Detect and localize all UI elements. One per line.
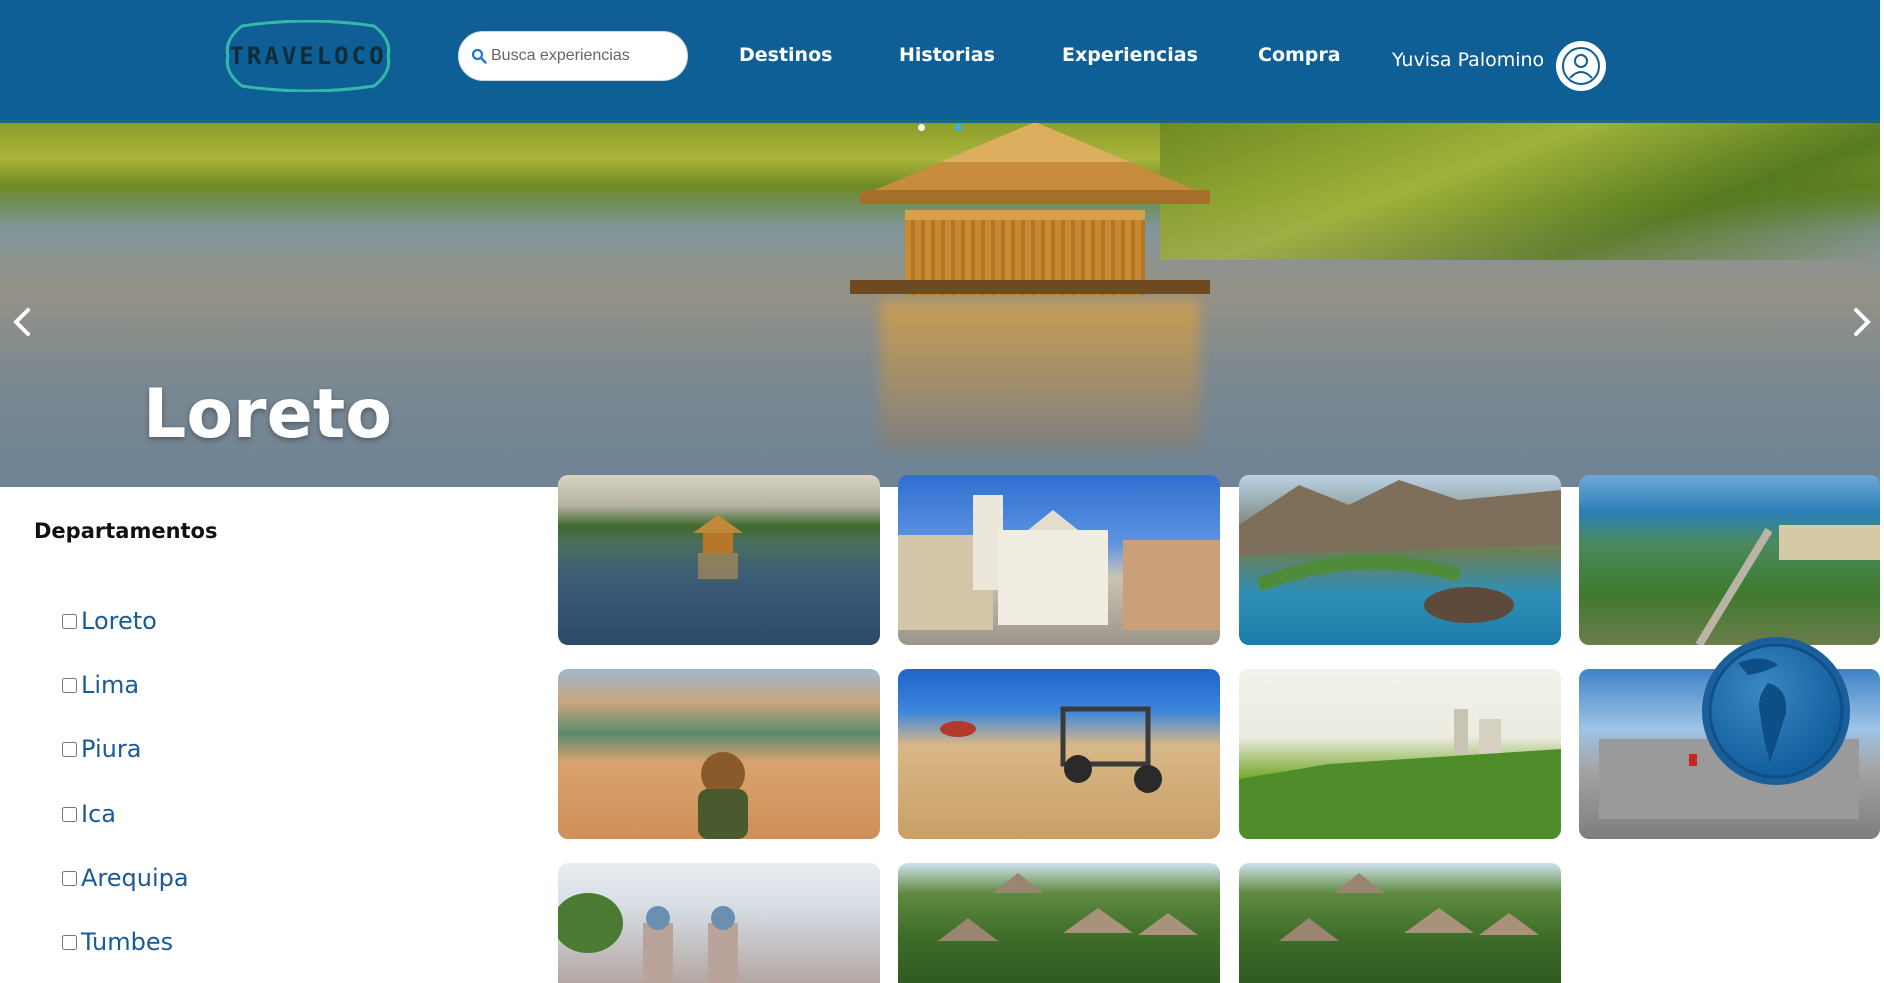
- top-navigation-bar: TRAVELOCO Destinos Historias Experiencia…: [0, 0, 1880, 123]
- filter-label: Arequipa: [81, 864, 189, 892]
- search-input[interactable]: [491, 47, 661, 65]
- user-name[interactable]: Yuvisa Palomino: [1392, 49, 1544, 71]
- filters-title: Departamentos: [34, 519, 218, 543]
- resort-aerial-photo: [1695, 525, 1880, 645]
- nav-destinos[interactable]: Destinos: [739, 44, 832, 66]
- destination-card-jungle-lodge-2[interactable]: [1239, 863, 1561, 983]
- hero-reflection: [880, 300, 1200, 450]
- filter-ica-checkbox[interactable]: [62, 806, 77, 822]
- jungle-lodge-photo: [938, 873, 1198, 941]
- search-icon: [471, 48, 487, 64]
- coastal-bay-aerial-photo: [1239, 480, 1561, 623]
- destination-card-cathedral[interactable]: [898, 475, 1220, 645]
- user-circle-icon: [1562, 47, 1600, 85]
- carousel-next-button[interactable]: [1842, 300, 1880, 344]
- filter-piura[interactable]: Piura: [62, 735, 141, 763]
- destination-card-church-towers[interactable]: [558, 863, 880, 983]
- filter-tumbes[interactable]: Tumbes: [62, 928, 173, 956]
- filter-loreto-checkbox[interactable]: [62, 613, 77, 629]
- destination-card-dune-buggy[interactable]: [898, 669, 1220, 839]
- nav-historias[interactable]: Historias: [899, 44, 995, 66]
- destination-card-green-cliff[interactable]: [1239, 669, 1561, 839]
- brand-logo-text: TRAVELOCO: [229, 42, 387, 70]
- filter-label: Lima: [81, 671, 140, 699]
- filter-lima-checkbox[interactable]: [62, 677, 77, 693]
- green-cliff-coast-photo: [1239, 709, 1561, 839]
- filter-label: Piura: [81, 735, 142, 763]
- carousel-indicators: [918, 124, 962, 131]
- filter-label: Loreto: [81, 607, 157, 635]
- filter-arequipa-checkbox[interactable]: [62, 870, 77, 886]
- cathedral-plaza-photo: [898, 495, 1220, 630]
- destination-card-coastal-bay[interactable]: [1239, 475, 1561, 645]
- filter-label: Tumbes: [81, 928, 174, 956]
- chevron-right-icon: [1854, 308, 1871, 336]
- carousel-dot-2[interactable]: [955, 124, 962, 131]
- hut-roof-graphic: [860, 122, 1210, 204]
- floating-globe-button[interactable]: [1702, 637, 1850, 785]
- nav-experiencias[interactable]: Experiencias: [1062, 44, 1198, 66]
- hero-title: Loreto: [143, 375, 392, 454]
- stilt-house-lake-photo: [693, 515, 743, 579]
- user-avatar-button[interactable]: [1556, 41, 1606, 91]
- destination-card-jungle-lodge[interactable]: [898, 863, 1220, 983]
- filter-tumbes-checkbox[interactable]: [62, 934, 77, 950]
- destination-card-stilt-house[interactable]: [558, 475, 880, 645]
- carousel-prev-button[interactable]: [2, 300, 42, 344]
- filter-loreto[interactable]: Loreto: [62, 607, 157, 635]
- search-box[interactable]: [458, 31, 688, 81]
- hut-dock-graphic: [850, 280, 1210, 294]
- filter-piura-checkbox[interactable]: [62, 741, 77, 757]
- filter-label: Ica: [81, 800, 116, 828]
- chevron-left-icon: [13, 308, 30, 336]
- brand-logo[interactable]: TRAVELOCO: [222, 20, 394, 92]
- dune-buggy-photo: [940, 706, 1162, 793]
- nav-compra[interactable]: Compra: [1258, 44, 1341, 66]
- church-towers-photo: [558, 893, 738, 983]
- desert-oasis-photo: [698, 752, 748, 839]
- destination-card-desert-oasis[interactable]: [558, 669, 880, 839]
- globe-icon: [1708, 643, 1844, 779]
- carousel-dot-1[interactable]: [918, 124, 925, 131]
- filter-lima[interactable]: Lima: [62, 671, 139, 699]
- destination-card-resort-aerial[interactable]: [1579, 475, 1880, 645]
- jungle-lodge-photo-2: [1279, 873, 1539, 941]
- filter-arequipa[interactable]: Arequipa: [62, 864, 189, 892]
- filter-ica[interactable]: Ica: [62, 800, 116, 828]
